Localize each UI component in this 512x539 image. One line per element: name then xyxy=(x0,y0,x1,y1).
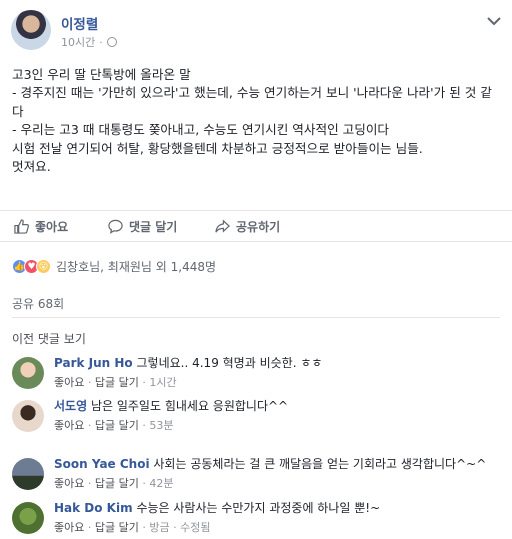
chevron-down-icon[interactable] xyxy=(487,16,501,26)
post-meta: 10시간 · xyxy=(61,34,117,50)
comment-text: 남은 일주일도 힘내세요 응원합니다^^ xyxy=(90,399,289,413)
post-line: 멋져요. xyxy=(12,159,51,175)
post-line: - 우리는 고3 때 대통령도 쫒아내고, 수능도 연기시킨 역사적인 고딩이다 xyxy=(12,122,390,138)
dot-separator: · xyxy=(99,35,103,49)
comment-text: 그렇네요.. 4.19 혁명과 비슷한. ㅎㅎ xyxy=(136,356,323,370)
share-button[interactable]: 공유하기 xyxy=(215,218,280,235)
post-body: 고3인 우리 딸 단톡방에 올라온 말 - 경주지진 때는 '가만히 있으라'고… xyxy=(12,66,502,176)
comment-time[interactable]: 53분 xyxy=(149,419,173,432)
comment-meta: 좋아요 · 답글 달기 · 53분 xyxy=(54,419,174,432)
wow-reaction-icon: 😮 xyxy=(36,259,51,274)
commenter-name[interactable]: Soon Yae Choi xyxy=(54,457,150,471)
share-icon xyxy=(215,219,230,233)
commenter-avatar[interactable] xyxy=(12,357,44,389)
reaction-summary[interactable]: 👍 ♥ 😮 김창호님, 최재원님 외 1,448명 xyxy=(12,258,216,275)
comment-text: 사회는 공동체라는 걸 큰 깨달음을 얻는 기회라고 생각합니다^~^ xyxy=(153,457,487,471)
share-label: 공유하기 xyxy=(236,220,281,234)
comment-meta: 좋아요 · 답글 달기 · 1시간 xyxy=(54,376,177,389)
post-line: 고3인 우리 딸 단톡방에 올라온 말 xyxy=(12,67,191,82)
commenter-name[interactable]: 서도영 xyxy=(54,399,87,413)
commenter-avatar[interactable] xyxy=(12,502,44,534)
post-line: 시험 전날 연기되어 허탈, 황당했을텐데 차분하고 긍정적으로 받아들이는 님… xyxy=(12,140,423,156)
thumbs-up-icon xyxy=(14,219,29,234)
comment-time[interactable]: 방금 xyxy=(149,521,169,534)
share-count[interactable]: 공유 68회 xyxy=(12,295,64,312)
comment-time[interactable]: 1시간 xyxy=(149,376,176,389)
comment-meta: 좋아요 · 답글 달기 · 방금 · 수정됨 xyxy=(54,521,211,534)
commenter-name[interactable]: Park Jun Ho xyxy=(54,356,133,370)
post-action-bar: 좋아요 댓글 달기 공유하기 xyxy=(0,210,512,242)
comment-reply-link[interactable]: 답글 달기 xyxy=(95,419,139,432)
divider xyxy=(12,317,500,318)
comment-label: 댓글 달기 xyxy=(129,220,178,234)
commenter-avatar[interactable] xyxy=(12,458,44,490)
comment-reply-link[interactable]: 답글 달기 xyxy=(95,521,139,534)
globe-icon xyxy=(106,37,117,47)
post-header: 이정렬 10시간 · xyxy=(11,10,501,50)
comment-edited[interactable]: 수정됨 xyxy=(180,521,210,534)
comment-like-link[interactable]: 좋아요 xyxy=(54,521,84,534)
author-avatar[interactable] xyxy=(11,10,51,50)
view-previous-comments[interactable]: 이전 댓글 보기 xyxy=(12,330,86,347)
like-label: 좋아요 xyxy=(35,220,69,234)
post-line: - 경주지진 때는 '가만히 있으라'고 했는데, 수능 연기하는거 보니 '나… xyxy=(12,85,492,119)
comment-like-link[interactable]: 좋아요 xyxy=(54,477,84,490)
author-name[interactable]: 이정렬 xyxy=(61,13,98,33)
commenter-avatar[interactable] xyxy=(12,400,44,432)
comment-icon xyxy=(108,219,123,234)
like-button[interactable]: 좋아요 xyxy=(14,218,68,235)
reaction-names[interactable]: 김창호님, 최재원님 외 1,448명 xyxy=(56,258,216,275)
comment-reply-link[interactable]: 답글 달기 xyxy=(95,376,139,389)
comment-reply-link[interactable]: 답글 달기 xyxy=(95,477,139,490)
comment-like-link[interactable]: 좋아요 xyxy=(54,376,84,389)
comment-meta: 좋아요 · 답글 달기 · 42분 xyxy=(54,477,174,490)
comment-button[interactable]: 댓글 달기 xyxy=(108,218,177,235)
post-time[interactable]: 10시간 xyxy=(61,34,95,50)
comment-like-link[interactable]: 좋아요 xyxy=(54,419,84,432)
comment-time[interactable]: 42분 xyxy=(149,477,173,490)
commenter-name[interactable]: Hak Do Kim xyxy=(54,501,133,515)
comment-text: 수능은 사람사는 수만가지 과정중에 하나일 뿐!~ xyxy=(136,501,381,515)
